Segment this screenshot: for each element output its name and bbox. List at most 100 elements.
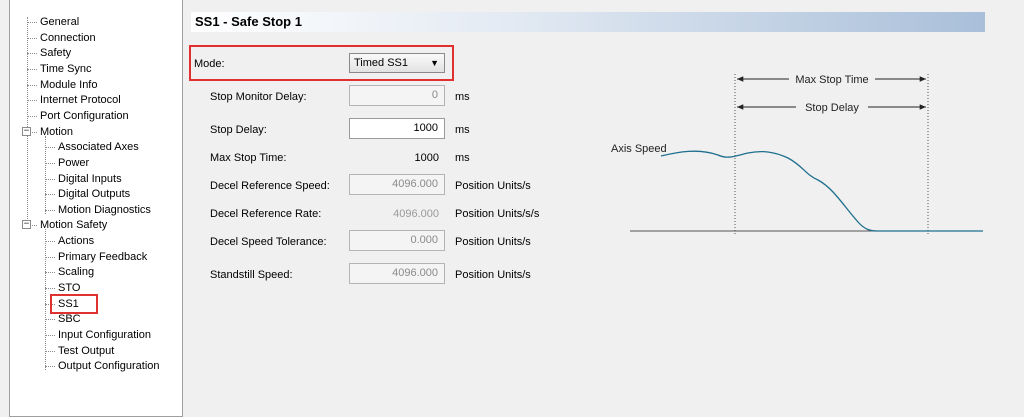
tree-item-digital-inputs[interactable]: Digital Inputs bbox=[56, 172, 124, 186]
tree-branch-line bbox=[45, 288, 55, 290]
tree-item-general[interactable]: General bbox=[38, 15, 81, 29]
tree-branch-line bbox=[45, 178, 55, 180]
tree-item-label: Output Configuration bbox=[58, 360, 160, 373]
tree-item-associated-axes[interactable]: Associated Axes bbox=[56, 140, 141, 154]
decel-reference-speed-label: Decel Reference Speed: bbox=[210, 180, 330, 192]
tree-item-input-configuration[interactable]: Input Configuration bbox=[56, 328, 153, 342]
stop-monitor-delay-field[interactable]: 0 bbox=[349, 85, 445, 106]
stop-monitor-delay-label: Stop Monitor Delay: bbox=[210, 91, 307, 103]
tree-item-power[interactable]: Power bbox=[56, 156, 91, 170]
tree-branch-line bbox=[45, 162, 55, 164]
collapse-icon[interactable]: − bbox=[22, 220, 31, 230]
tree-item-label: Digital Outputs bbox=[58, 188, 131, 201]
tree-branch-line bbox=[45, 147, 55, 149]
tree-item-sbc[interactable]: SBC bbox=[56, 312, 83, 326]
selected-item-highlight-box bbox=[50, 293, 98, 314]
tree-branch-line bbox=[45, 209, 55, 211]
tree-item-internet-protocol[interactable]: Internet Protocol bbox=[38, 93, 123, 107]
decel-reference-rate-unit: Position Units/s/s bbox=[455, 208, 540, 220]
mode-dropdown-value: Timed SS1 bbox=[354, 57, 409, 69]
tree-branch-line bbox=[45, 335, 55, 336]
max-stop-time-unit: ms bbox=[455, 152, 470, 164]
tree-item-label: Internet Protocol bbox=[40, 94, 121, 107]
stop-delay-label: Stop Delay: bbox=[210, 124, 267, 136]
tree-item-scaling[interactable]: Scaling bbox=[56, 265, 96, 279]
stop-delay-field[interactable]: 1000 bbox=[349, 118, 445, 139]
tree-item-motion[interactable]: Motion bbox=[38, 125, 75, 139]
tree-branch-line bbox=[45, 319, 55, 321]
max-stop-time-value: 1000 bbox=[414, 152, 439, 164]
stop-monitor-delay-unit: ms bbox=[455, 91, 470, 103]
tree-branch-line bbox=[27, 115, 37, 117]
tree-item-module-info[interactable]: Module Info bbox=[38, 78, 99, 92]
tree-item-label: Safety bbox=[40, 47, 72, 60]
tree-item-time-sync[interactable]: Time Sync bbox=[38, 62, 94, 76]
tree-branch-line bbox=[45, 194, 55, 196]
tree-item-label: General bbox=[40, 16, 80, 28]
tree-branch-line bbox=[27, 53, 37, 55]
axis-speed-label: Axis Speed bbox=[611, 143, 667, 155]
tree-item-digital-outputs[interactable]: Digital Outputs bbox=[56, 187, 132, 201]
decel-reference-rate-label: Decel Reference Rate: bbox=[210, 208, 322, 220]
axis-speed-curve bbox=[660, 150, 983, 232]
tree-item-safety[interactable]: Safety bbox=[38, 46, 73, 60]
standstill-speed-label: Standstill Speed: bbox=[210, 269, 293, 281]
tree-item-label: Test Output bbox=[58, 344, 115, 357]
tree-item-primary-feedback[interactable]: Primary Feedback bbox=[56, 250, 149, 264]
tree-item-label: Motion Diagnostics bbox=[58, 203, 151, 216]
ss1-timing-diagram: Max Stop Time Stop Delay Axis Speed bbox=[611, 71, 983, 236]
tree-item-motion-safety[interactable]: Motion Safety bbox=[38, 218, 109, 232]
tree-item-label: Time Sync bbox=[40, 62, 92, 75]
tree-branch-line bbox=[27, 100, 37, 102]
tree-branch-line bbox=[27, 68, 37, 70]
tree-item-actions[interactable]: Actions bbox=[56, 234, 96, 248]
mode-label: Mode: bbox=[194, 58, 225, 70]
tree-item-label: SBC bbox=[58, 313, 81, 326]
stop-delay-unit: ms bbox=[455, 124, 470, 136]
tree-item-label: Connection bbox=[40, 31, 96, 44]
tree-branch-line bbox=[45, 241, 55, 243]
max-stop-time-label: Max Stop Time: bbox=[210, 152, 287, 164]
collapse-icon[interactable]: − bbox=[22, 126, 31, 136]
tree-branch-line bbox=[27, 37, 37, 39]
tree-item-label: Primary Feedback bbox=[58, 250, 148, 263]
decel-speed-tolerance-field[interactable]: 0.000 bbox=[349, 230, 445, 251]
tree-branch-line bbox=[27, 22, 37, 23]
section-title: SS1 - Safe Stop 1 bbox=[191, 12, 985, 32]
tree-branch-line bbox=[45, 272, 55, 274]
tree-item-label: Digital Inputs bbox=[58, 172, 122, 185]
tree-item-label: Scaling bbox=[58, 266, 95, 279]
decel-reference-speed-unit: Position Units/s bbox=[455, 180, 531, 192]
tree-item-test-output[interactable]: Test Output bbox=[56, 344, 116, 358]
standstill-speed-unit: Position Units/s bbox=[455, 269, 531, 281]
tree-item-connection[interactable]: Connection bbox=[38, 31, 98, 45]
decel-speed-tolerance-unit: Position Units/s bbox=[455, 236, 531, 248]
tree-item-port-configuration[interactable]: Port Configuration bbox=[38, 109, 131, 123]
tree-item-label: Actions bbox=[58, 235, 95, 248]
tree-root-line bbox=[27, 17, 28, 226]
tree-item-motion-diagnostics[interactable]: Motion Diagnostics bbox=[56, 203, 153, 217]
tree-item-label: Input Configuration bbox=[58, 329, 151, 341]
tree-item-label: Motion bbox=[40, 125, 74, 138]
max-stop-time-diagram-label: Max Stop Time bbox=[795, 74, 868, 86]
tree-item-label: Associated Axes bbox=[58, 141, 139, 154]
chevron-down-icon: ▼ bbox=[430, 58, 439, 68]
tree-branch-line bbox=[27, 84, 37, 86]
tree-item-label: Power bbox=[58, 156, 90, 169]
tree-item-label: Motion Safety bbox=[40, 219, 108, 232]
mode-dropdown[interactable]: Timed SS1 ▼ bbox=[349, 53, 445, 73]
navigation-tree: General Connection Safety Time Sync Module I… bbox=[9, 0, 183, 417]
motion-safety-children-line bbox=[45, 229, 46, 371]
tree-branch-line bbox=[45, 350, 55, 352]
tree-branch-line bbox=[45, 366, 55, 368]
decel-reference-speed-field[interactable]: 4096.000 bbox=[349, 174, 445, 195]
decel-speed-tolerance-label: Decel Speed Tolerance: bbox=[210, 236, 327, 248]
tree-item-label: Module Info bbox=[40, 78, 98, 91]
decel-reference-rate-value: 4096.000 bbox=[393, 208, 439, 220]
stop-delay-diagram-label: Stop Delay bbox=[805, 102, 859, 114]
tree-item-output-configuration[interactable]: Output Configuration bbox=[56, 359, 162, 373]
ss1-configuration-panel: SS1 - Safe Stop 1 Mode: Timed SS1 ▼ Stop… bbox=[183, 0, 1024, 417]
tree-item-label: Port Configuration bbox=[40, 109, 129, 122]
tree-branch-line bbox=[45, 256, 55, 258]
standstill-speed-field[interactable]: 4096.000 bbox=[349, 263, 445, 284]
